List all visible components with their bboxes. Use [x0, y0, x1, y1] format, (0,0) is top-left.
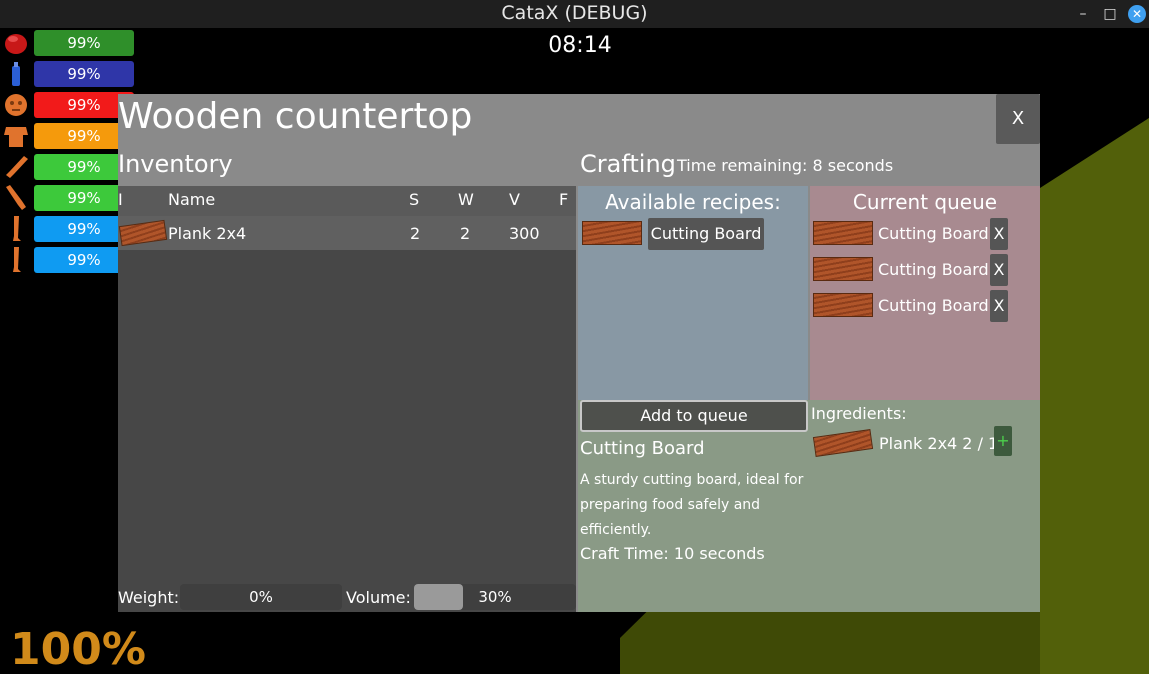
minimize-button[interactable]: –: [1074, 5, 1092, 23]
left-leg-icon: [13, 216, 21, 241]
status-bar: 99%: [34, 30, 134, 56]
overall-health-percent: 100%: [10, 624, 146, 674]
queue-item-label: Cutting Board: [878, 260, 989, 279]
column-icon[interactable]: I: [118, 190, 123, 209]
status-bar: 99%: [34, 61, 134, 87]
selected-recipe-description: A sturdy cutting board, ideal for prepar…: [580, 472, 804, 538]
item-v: 300: [509, 224, 540, 243]
volume-fill: [414, 584, 463, 610]
window-title: CataX (DEBUG): [501, 2, 648, 24]
column-name[interactable]: Name: [168, 190, 215, 209]
craft-time: Craft Time: 10 seconds: [580, 544, 765, 563]
item-w: 2: [460, 224, 471, 243]
queue-item: Cutting Board X: [810, 218, 1040, 250]
inventory-footer: Weight: 0% Volume: 30%: [118, 582, 576, 612]
column-f[interactable]: F: [559, 190, 568, 209]
torso-icon: [4, 127, 28, 147]
water-bottle-icon: [12, 62, 20, 86]
column-w[interactable]: W: [458, 190, 474, 209]
weight-bar: 0%: [180, 584, 342, 610]
remove-queue-item-button[interactable]: X: [990, 218, 1008, 250]
close-panel-button[interactable]: X: [996, 94, 1040, 144]
close-window-button[interactable]: ✕: [1128, 5, 1146, 23]
plank-icon: [118, 219, 168, 247]
add-ingredient-button[interactable]: +: [994, 426, 1012, 456]
current-queue: Current queue Cutting Board X Cutting Bo…: [810, 186, 1040, 400]
remove-queue-item-button[interactable]: X: [990, 290, 1008, 322]
recipe-item-cutting-board[interactable]: Cutting Board: [648, 218, 764, 250]
column-s[interactable]: S: [409, 190, 419, 209]
column-v[interactable]: V: [509, 190, 520, 209]
plank-icon: [812, 429, 874, 457]
head-icon: [5, 94, 27, 116]
game-window: CataX (DEBUG) – □ ✕ 08:14 99% 99% 99% 99…: [0, 0, 1149, 674]
crafting-title: Crafting: [580, 150, 676, 178]
volume-bar: 30%: [414, 584, 576, 610]
cutting-board-icon: [813, 293, 873, 317]
ingredients-title: Ingredients:: [811, 404, 907, 423]
right-arm-icon: [6, 185, 26, 210]
remove-queue-item-button[interactable]: X: [990, 254, 1008, 286]
status-hunger: 99%: [2, 30, 134, 56]
inventory-title: Inventory: [118, 150, 233, 178]
status-right-leg: 99%: [2, 247, 134, 273]
cutting-board-icon: [813, 257, 873, 281]
left-arm-icon: [6, 156, 28, 178]
queue-item: Cutting Board X: [810, 290, 1040, 322]
status-right-arm: 99%: [2, 185, 134, 211]
selected-recipe-name: Cutting Board: [580, 438, 705, 459]
volume-value: 30%: [478, 588, 512, 606]
cutting-board-icon: [813, 221, 873, 245]
panel-title: Wooden countertop: [118, 96, 473, 137]
queue-item-label: Cutting Board: [878, 224, 989, 243]
ingredient-label: Plank 2x4 2 / 1: [879, 434, 999, 453]
available-recipes: Available recipes: Cutting Board: [578, 186, 808, 400]
weight-value: 0%: [249, 588, 273, 606]
queue-item-label: Cutting Board: [878, 296, 989, 315]
volume-label: Volume:: [346, 588, 411, 607]
inventory-list: I Name S W V F Plank 2x4 2 2 300 Weight:…: [118, 186, 576, 612]
right-leg-icon: [13, 247, 21, 272]
title-bar: CataX (DEBUG) – □ ✕: [0, 0, 1149, 28]
inventory-header: I Name S W V F: [118, 186, 576, 216]
item-s: 2: [410, 224, 421, 243]
stomach-icon: [5, 34, 27, 54]
grass-highlight: [1040, 118, 1149, 674]
status-left-leg: 99%: [2, 216, 134, 242]
table-row[interactable]: Plank 2x4 2 2 300: [118, 216, 576, 250]
recipes-title: Available recipes:: [605, 190, 781, 214]
item-name: Plank 2x4: [168, 224, 247, 243]
status-thirst: 99%: [2, 61, 134, 87]
status-head: 99%: [2, 92, 134, 118]
queue-item: Cutting Board X: [810, 254, 1040, 286]
cutting-board-icon: [582, 221, 642, 245]
status-left-arm: 99%: [2, 154, 134, 180]
add-to-queue-button[interactable]: Add to queue: [580, 400, 808, 432]
weight-label: Weight:: [118, 588, 180, 607]
time-remaining: Time remaining: 8 seconds: [677, 156, 894, 175]
queue-title: Current queue: [852, 190, 998, 214]
recipe-details: Add to queue Cutting Board A sturdy cutt…: [578, 400, 1040, 612]
maximize-button[interactable]: □: [1101, 5, 1119, 23]
status-torso: 99%: [2, 123, 134, 149]
game-clock: 08:14: [548, 33, 612, 58]
crafting-panel: Wooden countertop X Inventory Crafting T…: [118, 94, 1040, 612]
